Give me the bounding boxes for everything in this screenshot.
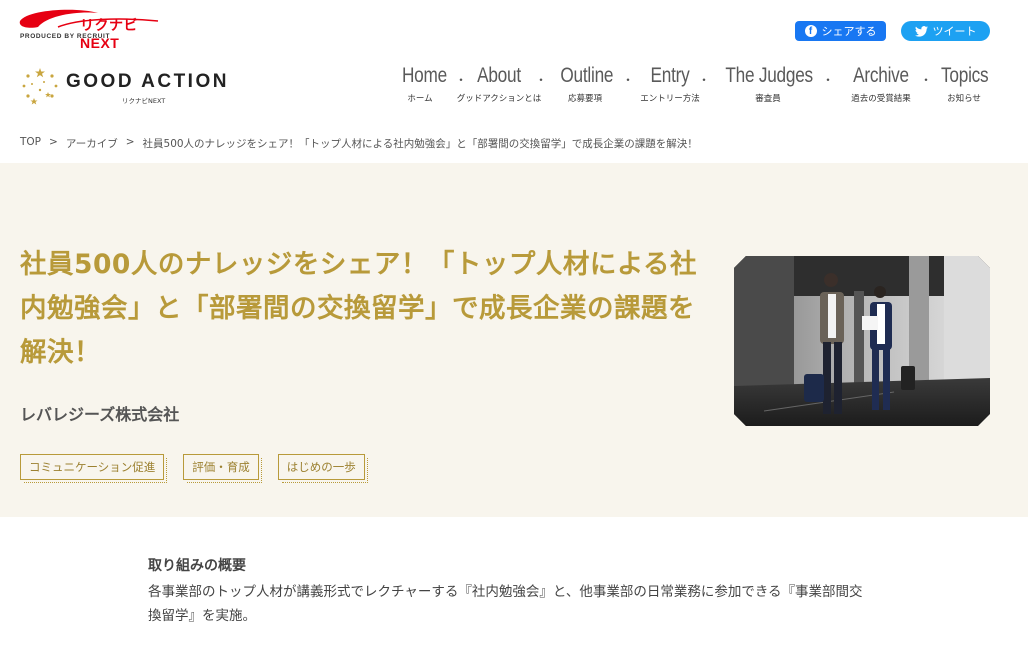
nav-topics-en: Topics	[941, 64, 989, 87]
nav-entry[interactable]: Entry エントリー方法	[635, 64, 705, 104]
tag-evaluation[interactable]: 評価・育成	[183, 454, 262, 483]
breadcrumb-archive[interactable]: アーカイブ	[66, 136, 118, 151]
tag-first-step[interactable]: はじめの一歩	[277, 454, 368, 483]
page-title: 社員500人のナレッジをシェア！「トップ人材による社内勉強会」と「部署間の交換留…	[20, 249, 698, 368]
nav-about-jp: グッドアクションとは	[456, 94, 542, 104]
nav-separator-dot: ・	[920, 73, 933, 87]
nav-judges-en: The Judges	[725, 64, 813, 87]
tag-communication[interactable]: コミュニケーション促進	[20, 454, 168, 483]
good-action-logo[interactable]: GOOD ACTION リクナビNEXT	[20, 66, 230, 106]
company-name: レバレジーズ株式会社	[20, 405, 180, 424]
nav-judges-jp: 審査員	[755, 94, 781, 104]
nav-judges[interactable]: The Judges 審査員	[716, 64, 820, 104]
nav-separator-dot: ・	[822, 73, 835, 87]
breadcrumb-separator: >	[125, 136, 135, 148]
nav-home-jp: ホーム	[407, 94, 433, 104]
nav-home-en: Home	[401, 64, 447, 87]
nav-archive[interactable]: Archive 過去の受賞結果	[840, 64, 922, 104]
breadcrumb-top[interactable]: TOP	[20, 136, 41, 151]
nav-topics-jp: お知らせ	[947, 94, 981, 104]
breadcrumb-separator: >	[49, 136, 58, 148]
nav-entry-en: Entry	[650, 64, 690, 87]
hero-photo	[734, 256, 990, 426]
good-action-sub: リクナビNEXT	[122, 97, 166, 105]
nav-home[interactable]: Home ホーム	[398, 64, 447, 104]
nav-outline-en: Outline	[560, 64, 614, 87]
office-photo-illustration	[734, 256, 990, 426]
breadcrumb: TOP > アーカイブ > 社員500人のナレッジをシェア！「トップ人材による社…	[20, 136, 698, 151]
nav-separator-dot: ・	[698, 73, 711, 87]
produced-by-recruit: PRODUCED BY RECRUIT	[20, 33, 111, 40]
facebook-share-button[interactable]: f シェアする	[795, 21, 886, 41]
nav-about[interactable]: About グッドアクションとは	[455, 64, 543, 104]
twitter-share-button[interactable]: ツイート	[901, 21, 990, 41]
nav-archive-jp: 過去の受賞結果	[851, 94, 911, 104]
nav-archive-en: Archive	[853, 64, 909, 87]
overview-body: 各事業部のトップ人材が講義形式でレクチャーする『社内勉強会』と、他事業部の日常業…	[148, 584, 863, 624]
overview-heading: 取り組みの概要	[148, 558, 246, 574]
nav-separator-dot: ・	[622, 73, 635, 87]
nav-topics[interactable]: Topics お知らせ	[936, 64, 992, 104]
nav-separator-dot: ・	[535, 73, 548, 87]
nav-outline[interactable]: Outline 応募要項	[555, 64, 615, 104]
facebook-icon: f	[804, 25, 817, 37]
main-nav: Home ホーム ・ About グッドアクションとは ・ Outline 応募…	[398, 64, 992, 108]
rikunabi-next-logo[interactable]: リクナビNEXT PRODUCED BY RECRUIT	[18, 7, 168, 51]
twitter-bird-icon	[914, 25, 928, 37]
good-action-title: GOOD ACTION	[66, 71, 229, 92]
nav-outline-jp: 応募要項	[567, 94, 602, 104]
hero-section: 社員500人のナレッジをシェア！「トップ人材による社内勉強会」と「部署間の交換留…	[0, 163, 1028, 517]
facebook-share-label: シェアする	[821, 25, 877, 38]
nav-entry-jp: エントリー方法	[640, 94, 700, 104]
breadcrumb-current: 社員500人のナレッジをシェア！「トップ人材による社内勉強会」と「部署間の交換留…	[142, 138, 698, 150]
twitter-share-label: ツイート	[932, 25, 977, 38]
nav-about-en: About	[477, 64, 521, 87]
star-wreath-icon	[22, 68, 58, 105]
tag-list: コミュニケーション促進 評価・育成 はじめの一歩	[20, 454, 368, 483]
